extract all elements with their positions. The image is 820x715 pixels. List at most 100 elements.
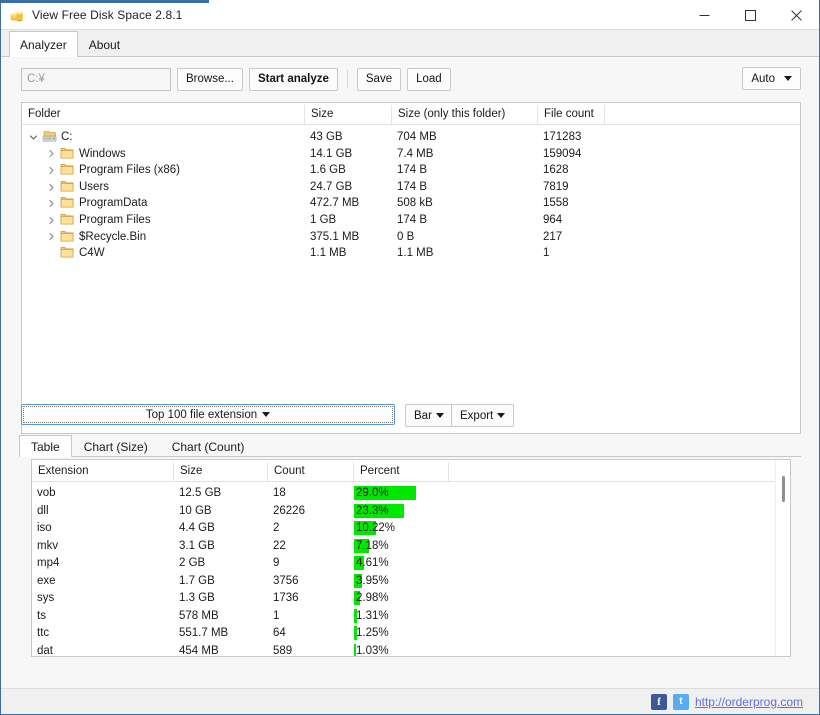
tab-about-label: About [88,37,121,52]
load-button[interactable]: Load [407,67,451,91]
folder-icon [60,146,74,163]
row-size: 3.1 GB [179,539,215,552]
row-extension: dll [37,504,49,517]
maximize-icon[interactable] [727,0,773,30]
start-analyze-button[interactable]: Start analyze [248,67,338,91]
chevron-right-icon[interactable] [44,229,58,246]
website-link[interactable]: http://orderprog.com [695,695,803,709]
tree-row[interactable]: Program Files (x86) 1.6 GB 174 B 1628 [22,162,800,179]
extension-table[interactable]: Extension Size Count Percent vob 12.5 GB 1… [31,459,791,657]
export-dropdown-button[interactable]: Export [451,404,515,427]
chevron-down-icon[interactable] [26,129,40,146]
tab-chart-count[interactable]: Chart (Count) [160,435,257,457]
column-divider[interactable] [604,105,605,124]
toolbar-divider [346,70,348,88]
row-extension: ttc [37,627,50,639]
load-button-label: Load [416,73,442,85]
column-header-size[interactable]: Size [305,103,391,125]
tab-about[interactable]: About [78,31,131,57]
row-percent: 1.03% [356,644,389,657]
chevron-down-icon [784,76,792,81]
export-dropdown-label: Export [460,409,494,422]
tree-row[interactable]: Windows 14.1 GB 7.4 MB 159094 [22,146,800,163]
row-count: 3756 [273,574,299,587]
table-scrollbar-thumb[interactable] [782,476,785,502]
main-tab-strip: Analyzer About [1,31,819,57]
extension-filter-select[interactable]: Top 100 file extension [21,404,395,425]
path-input[interactable] [21,67,171,91]
folder-icon [60,245,74,262]
bar-dropdown-button[interactable]: Bar [405,404,453,427]
table-row[interactable]: dll 10 GB 26226 23.3% [32,503,790,521]
window-controls [681,0,819,30]
tab-table[interactable]: Table [19,435,72,457]
table-row[interactable]: mp4 2 GB 9 4.61% [32,555,790,573]
tree-row[interactable]: C: 43 GB 704 MB 171283 [22,129,800,146]
column-header-size[interactable]: Size [174,460,267,482]
tree-row[interactable]: C4W 1.1 MB 1.1 MB 1 [22,245,800,262]
tab-chart-size[interactable]: Chart (Size) [72,435,160,457]
folder-tree-panel[interactable]: Folder Size Size (only this folder) File… [21,102,801,434]
chevron-right-icon[interactable] [44,162,58,179]
tree-row[interactable]: Users 24.7 GB 174 B 7819 [22,179,800,196]
extension-table-header: Extension Size Count Percent [32,460,790,482]
chevron-right-icon[interactable] [44,212,58,229]
row-extension: exe [37,574,56,587]
chevron-right-icon[interactable] [44,146,58,163]
table-row[interactable]: vob 12.5 GB 18 29.0% [32,485,790,503]
column-header-folder[interactable]: Folder [22,103,304,125]
close-icon[interactable] [773,0,819,30]
tree-row-size-only: 508 kB [397,197,433,210]
column-header-extension[interactable]: Extension [32,460,173,482]
row-count: 22 [273,539,286,552]
table-row[interactable]: dat 454 MB 589 1.03% [32,643,790,657]
table-row[interactable]: exe 1.7 GB 3756 3.95% [32,573,790,591]
auto-dropdown-button[interactable]: Auto [742,67,801,90]
table-row[interactable]: iso 4.4 GB 2 10.22% [32,520,790,538]
tree-row-size-only: 0 B [397,230,415,243]
row-size: 4.4 GB [179,522,215,534]
table-row[interactable]: mkv 3.1 GB 22 7.18% [32,538,790,556]
chevron-down-icon [497,413,506,418]
row-percent: 3.95% [356,574,389,587]
tab-analyzer[interactable]: Analyzer [9,31,78,57]
table-row[interactable]: ts 578 MB 1 1.31% [32,608,790,626]
browse-button[interactable]: Browse... [177,67,243,91]
column-header-count[interactable]: Count [268,460,353,482]
twitter-icon[interactable]: t [672,693,689,710]
column-header-file-count[interactable]: File count [538,103,604,125]
row-extension: mp4 [37,557,60,569]
row-size: 551.7 MB [179,627,229,639]
row-size: 454 MB [179,644,219,657]
save-button[interactable]: Save [356,67,402,91]
row-percent: 1.31% [356,609,389,622]
tree-row[interactable]: ProgramData 472.7 MB 508 kB 1558 [22,195,800,212]
column-header-size-only[interactable]: Size (only this folder) [392,103,537,125]
row-count: 64 [273,627,286,639]
browse-button-label: Browse... [186,73,234,85]
row-percent: 7.18% [356,539,389,552]
tree-row-size: 1.1 MB [310,247,347,260]
tree-row-name: Program Files (x86) [79,164,180,177]
tree-row[interactable]: $Recycle.Bin 375.1 MB 0 B 217 [22,229,800,246]
tree-row-file-count: 217 [543,230,563,243]
facebook-icon[interactable]: f [650,693,667,710]
column-divider[interactable] [448,462,449,481]
minimize-icon[interactable] [681,0,727,30]
tree-row-name: ProgramData [79,197,148,210]
row-extension: ts [37,609,46,622]
tree-row-file-count: 7819 [543,180,569,193]
row-count: 18 [273,487,286,499]
folder-icon [60,162,74,179]
app-window: View Free Disk Space 2.8.1 Analyzer Abou… [0,0,820,715]
analyzer-panel: Browse... Start analyze Save Load Auto F… [1,57,819,688]
extension-filter-label: Top 100 file extension [145,408,258,421]
tree-row[interactable]: Program Files 1 GB 174 B 964 [22,212,800,229]
chevron-right-icon[interactable] [44,179,58,196]
table-scrollbar[interactable] [775,460,790,656]
column-header-percent[interactable]: Percent [354,460,448,482]
table-row[interactable]: ttc 551.7 MB 64 1.25% [32,625,790,643]
chevron-right-icon[interactable] [44,195,58,212]
table-row[interactable]: sys 1.3 GB 1736 2.98% [32,590,790,608]
extension-table-body: vob 12.5 GB 18 29.0% dll 10 GB 26226 23.3% iso 4.… [32,482,790,657]
